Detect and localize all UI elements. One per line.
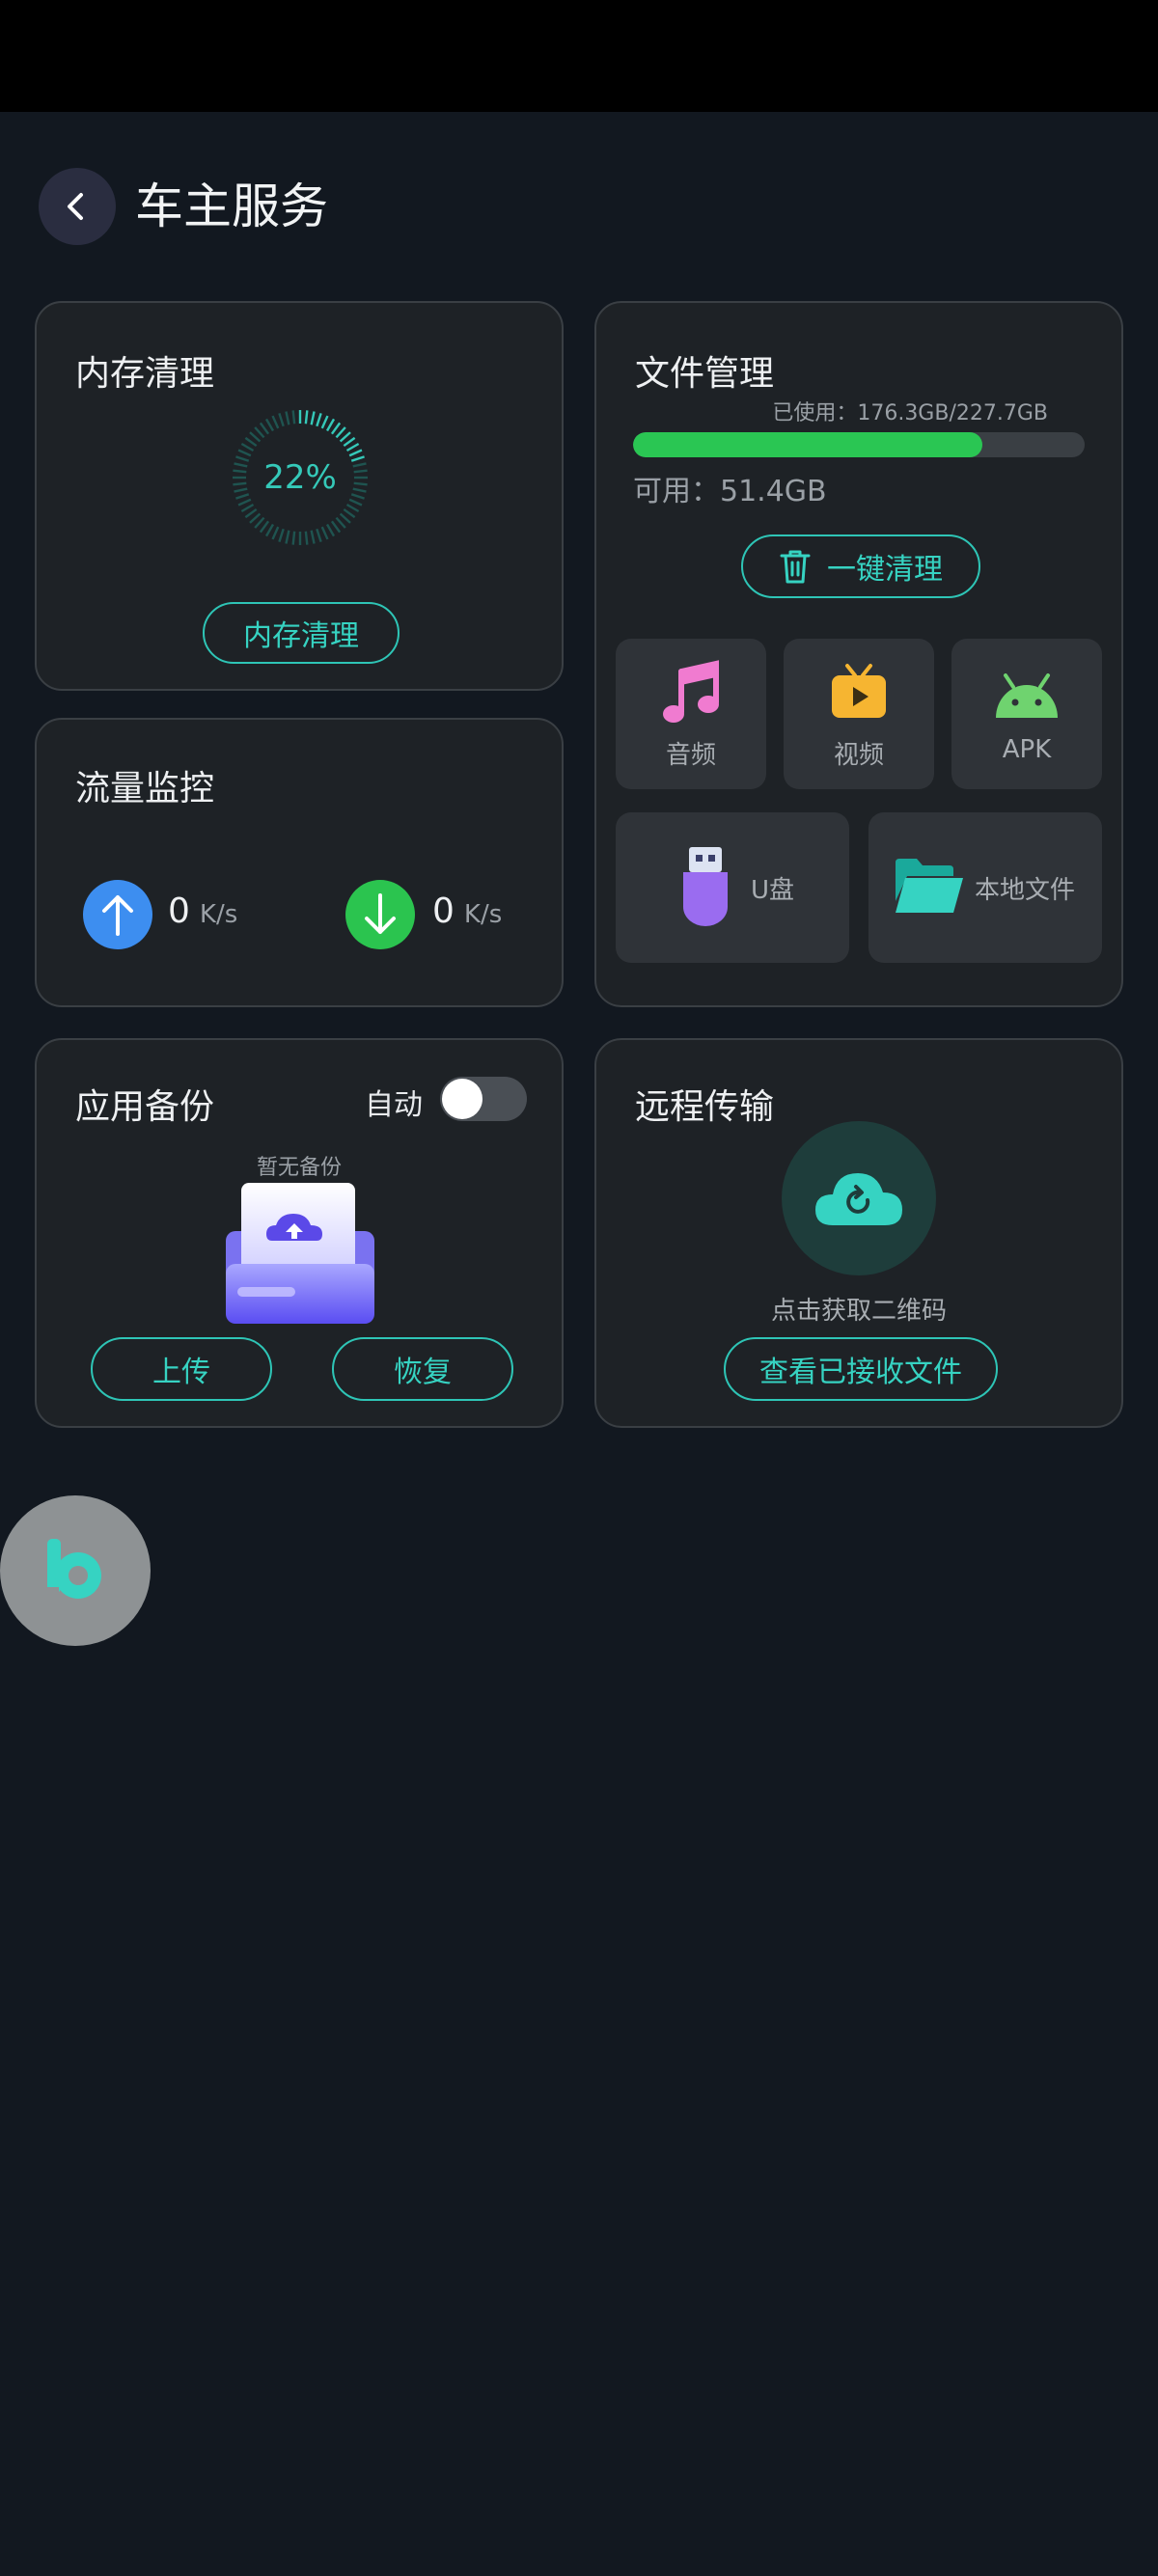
tile-usb-label: U盘: [751, 876, 795, 905]
upload-speed-value: 0: [168, 891, 190, 931]
auto-label: 自动: [365, 1088, 423, 1122]
upload-speed-unit: K/s: [199, 900, 238, 929]
tile-video[interactable]: 视频: [784, 639, 934, 789]
status-bar: [0, 0, 1158, 112]
page-title: 车主服务: [135, 178, 328, 234]
assistant-logo-icon: [47, 1539, 101, 1601]
floating-assistant-button[interactable]: [0, 1495, 151, 1646]
toggle-knob: [442, 1079, 482, 1119]
chevron-left-icon: [68, 193, 83, 220]
upload-button[interactable]: 上传: [91, 1337, 272, 1401]
download-icon: [345, 880, 415, 949]
remote-card: 远程传输 点击获取二维码 查看已接收文件: [594, 1038, 1123, 1428]
no-backup-text: 暂无备份: [256, 1156, 342, 1180]
download-speed-value: 0: [432, 891, 455, 931]
tile-local-files-label: 本地文件: [975, 876, 1076, 905]
storage-progress: [633, 432, 1085, 457]
memory-clean-button[interactable]: 内存清理: [203, 602, 400, 664]
android-icon: [996, 673, 1058, 718]
memory-card: 内存清理 22% 内存清理: [35, 301, 564, 691]
auto-backup-toggle[interactable]: [440, 1077, 527, 1121]
remote-title: 远程传输: [635, 1087, 775, 1127]
traffic-title: 流量监控: [75, 769, 215, 808]
music-note-icon: [663, 660, 719, 723]
qr-refresh-button[interactable]: [782, 1121, 936, 1275]
header: 车主服务: [0, 112, 1158, 305]
tile-usb[interactable]: U盘: [616, 812, 849, 963]
storage-available-text: 可用：51.4GB: [633, 475, 827, 508]
tv-play-icon: [832, 664, 886, 718]
view-received-files-button[interactable]: 查看已接收文件: [724, 1337, 998, 1401]
tile-apk[interactable]: APK: [951, 639, 1102, 789]
back-button[interactable]: [39, 168, 116, 245]
storage-progress-fill: [633, 432, 983, 457]
download-speed-unit: K/s: [463, 900, 503, 929]
file-card: 文件管理 已使用：176.3GB/227.7GB 可用：51.4GB 一键清理 …: [594, 301, 1123, 1007]
backup-title: 应用备份: [75, 1087, 215, 1127]
tile-audio[interactable]: 音频: [616, 639, 766, 789]
upload-speed: 0 K/s: [168, 891, 237, 931]
one-click-clean-label: 一键清理: [827, 553, 943, 587]
usb-drive-icon: [683, 847, 728, 926]
memory-percent: 22%: [263, 458, 337, 497]
download-speed: 0 K/s: [432, 891, 502, 931]
folder-icon: [896, 859, 963, 913]
one-click-clean-button[interactable]: 一键清理: [741, 534, 980, 598]
qr-hint-text[interactable]: 点击获取二维码: [596, 1291, 1121, 1327]
storage-used-text: 已使用：176.3GB/227.7GB: [772, 401, 1048, 425]
upload-icon: [83, 880, 152, 949]
cloud-refresh-icon: [815, 1173, 902, 1225]
restore-button[interactable]: 恢复: [332, 1337, 513, 1401]
tile-apk-label: APK: [1002, 735, 1052, 764]
file-title: 文件管理: [635, 354, 775, 394]
traffic-card: 流量监控 0 K/s 0 K/s: [35, 718, 564, 1007]
tile-video-label: 视频: [833, 741, 884, 770]
cloud-upload-box-icon: [226, 1183, 374, 1324]
tile-local-files[interactable]: 本地文件: [868, 812, 1102, 963]
tile-audio-label: 音频: [665, 741, 716, 770]
trash-icon: [780, 550, 811, 584]
backup-card: 应用备份 自动 暂无备份 上传 恢复: [35, 1038, 564, 1428]
memory-title: 内存清理: [75, 354, 215, 394]
